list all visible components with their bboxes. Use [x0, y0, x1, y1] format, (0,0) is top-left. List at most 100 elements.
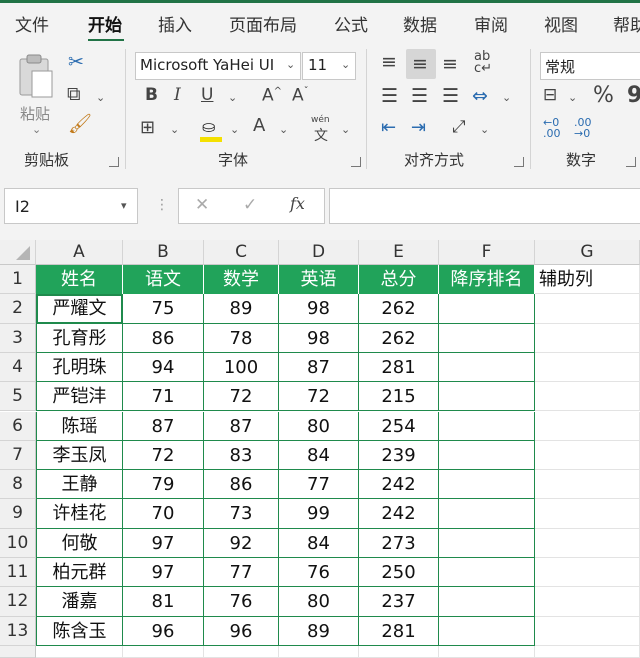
chevron-down-icon[interactable]: ⌄ [170, 123, 179, 136]
formula-input[interactable] [329, 188, 640, 224]
table-cell[interactable]: 陈瑶 [36, 411, 123, 441]
table-cell[interactable] [535, 382, 640, 412]
format-painter-icon[interactable]: 🖌 [68, 115, 92, 134]
table-cell[interactable]: 215 [359, 382, 439, 412]
table-cell[interactable]: 262 [359, 323, 439, 353]
dialog-launcher-icon[interactable] [514, 157, 524, 167]
decrease-decimal-icon[interactable]: .00 →0 [574, 117, 592, 139]
table-cell[interactable]: 70 [123, 499, 204, 529]
chevron-down-icon[interactable]: ⌄ [96, 91, 105, 104]
helper-column-header[interactable]: 辅助列 [535, 265, 640, 295]
table-cell[interactable] [439, 499, 535, 529]
align-middle-button[interactable]: ≡ [406, 49, 436, 79]
tab-view[interactable]: 视图 [544, 11, 578, 36]
paste-button[interactable]: 粘贴 ⌄ [14, 51, 58, 139]
table-cell[interactable]: 87 [279, 352, 359, 383]
column-header-f[interactable]: F [439, 240, 535, 265]
row-header-7[interactable]: 7 [0, 440, 36, 471]
dialog-launcher-icon[interactable] [109, 157, 119, 167]
table-cell[interactable] [535, 558, 640, 588]
table-cell[interactable]: 86 [123, 323, 204, 353]
chevron-down-icon[interactable]: ⌄ [341, 123, 350, 136]
table-cell[interactable]: 97 [123, 528, 204, 558]
select-all-corner[interactable] [0, 240, 36, 265]
table-cell[interactable]: 89 [279, 616, 359, 646]
chevron-down-icon[interactable]: ⌄ [228, 91, 237, 104]
accounting-format-icon[interactable]: ⊟ [543, 87, 557, 104]
table-cell[interactable] [535, 616, 640, 646]
table-cell[interactable] [439, 323, 535, 353]
align-left-icon[interactable]: ☰ [381, 87, 398, 106]
table-cell[interactable] [439, 411, 535, 441]
table-cell[interactable]: 83 [204, 440, 279, 471]
table-cell[interactable]: 许桂花 [36, 499, 123, 529]
bold-button[interactable]: B [145, 87, 158, 104]
table-cell[interactable] [439, 587, 535, 617]
table-cell[interactable]: 79 [123, 470, 204, 500]
table-cell[interactable]: 王静 [36, 470, 123, 500]
tab-data[interactable]: 数据 [403, 11, 437, 36]
table-cell[interactable] [535, 323, 640, 353]
column-header-g[interactable]: G [535, 240, 640, 265]
row-header-8[interactable]: 8 [0, 470, 36, 500]
table-header-cell[interactable]: 语文 [123, 265, 204, 295]
chevron-down-icon[interactable]: ⌄ [230, 123, 239, 136]
table-header-cell[interactable]: 总分 [359, 265, 439, 295]
table-cell[interactable]: 柏元群 [36, 558, 123, 588]
orientation-icon[interactable]: ⤢ [452, 119, 466, 136]
table-cell[interactable]: 98 [279, 323, 359, 353]
table-cell[interactable] [535, 470, 640, 500]
chevron-down-icon[interactable]: ⌄ [480, 123, 489, 136]
table-cell[interactable]: 71 [123, 382, 204, 412]
cancel-icon[interactable]: ✕ [195, 197, 209, 214]
table-cell[interactable]: 86 [204, 470, 279, 500]
increase-indent-icon[interactable]: ⇥ [411, 119, 426, 137]
table-cell[interactable]: 250 [359, 558, 439, 588]
align-center-icon[interactable]: ☰ [411, 87, 428, 106]
chevron-down-icon[interactable]: ⌄ [502, 91, 511, 104]
row-header-9[interactable]: 9 [0, 499, 36, 529]
column-header-a[interactable]: A [36, 240, 123, 265]
table-cell[interactable]: 李玉凤 [36, 440, 123, 471]
table-cell[interactable]: 281 [359, 352, 439, 383]
table-cell[interactable]: 99 [279, 499, 359, 529]
table-cell[interactable]: 80 [279, 587, 359, 617]
align-top-icon[interactable]: ≡ [381, 53, 397, 72]
table-header-cell[interactable]: 降序排名 [439, 265, 535, 295]
table-header-cell[interactable]: 姓名 [36, 265, 123, 295]
row-header-5[interactable]: 5 [0, 382, 36, 412]
table-cell[interactable] [439, 616, 535, 646]
merge-center-icon[interactable]: ⇔ [472, 87, 488, 106]
table-cell[interactable] [535, 587, 640, 617]
underline-button[interactable]: U [201, 87, 213, 104]
font-color-button[interactable]: A [253, 117, 265, 135]
table-cell[interactable] [439, 470, 535, 500]
table-cell[interactable]: 87 [204, 411, 279, 441]
table-cell[interactable]: 84 [279, 528, 359, 558]
name-box[interactable]: I2 ▾ [4, 188, 138, 224]
table-cell[interactable]: 76 [279, 558, 359, 588]
grow-font-button[interactable]: A^ [262, 87, 282, 105]
italic-button[interactable]: I [174, 87, 181, 104]
table-cell[interactable]: 242 [359, 470, 439, 500]
table-cell[interactable] [439, 440, 535, 471]
column-header-b[interactable]: B [123, 240, 204, 265]
table-cell[interactable]: 237 [359, 587, 439, 617]
cut-icon[interactable]: ✂ [68, 53, 84, 72]
table-cell[interactable] [439, 294, 535, 324]
table-header-cell[interactable]: 英语 [279, 265, 359, 295]
table-cell[interactable]: 孔育彤 [36, 323, 123, 353]
font-size-select[interactable]: 11 ⌄ [302, 52, 356, 80]
table-cell[interactable] [123, 645, 204, 658]
column-header-e[interactable]: E [359, 240, 439, 265]
font-name-select[interactable]: Microsoft YaHei UI ⌄ [135, 52, 301, 80]
table-cell[interactable] [279, 645, 359, 658]
table-header-cell[interactable]: 数学 [204, 265, 279, 295]
more-options-icon[interactable]: ⋮ [155, 198, 169, 212]
table-cell[interactable] [535, 645, 640, 658]
table-cell[interactable]: 239 [359, 440, 439, 471]
row-header-1[interactable]: 1 [0, 265, 36, 295]
table-cell[interactable]: 孔明珠 [36, 352, 123, 383]
table-cell[interactable]: 78 [204, 323, 279, 353]
table-cell[interactable]: 81 [123, 587, 204, 617]
